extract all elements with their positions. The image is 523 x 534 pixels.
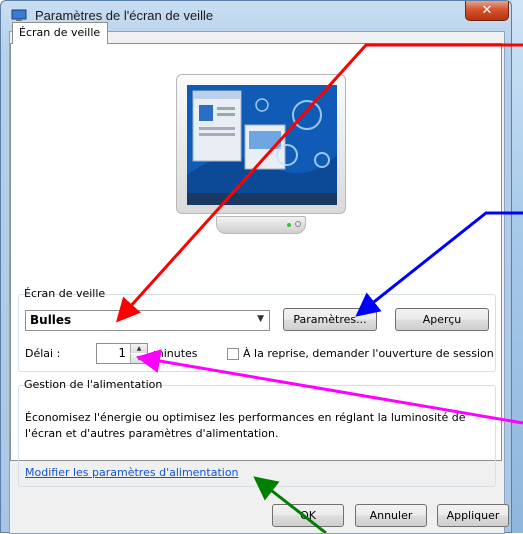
monitor-frame: [176, 74, 346, 214]
screensaver-select[interactable]: Bulles ▼: [25, 310, 270, 331]
minutes-label: minutes: [153, 347, 198, 360]
power-led-icon: [287, 223, 291, 227]
preview-button[interactable]: Aperçu: [395, 308, 489, 331]
cancel-button[interactable]: Annuler: [355, 504, 427, 527]
preview-screen: [187, 85, 337, 205]
delay-stepper[interactable]: 1 ▲ ▼: [96, 343, 148, 364]
screensaver-group-label: Écran de veille: [24, 287, 106, 300]
monitor-icon: [11, 9, 27, 21]
resume-label[interactable]: À la reprise, demander l'ouverture de se…: [243, 347, 494, 360]
delay-label: Délai :: [25, 347, 61, 360]
screensaver-preview-monitor: [176, 74, 346, 254]
power-settings-link[interactable]: Modifier les paramètres d'alimentation: [25, 466, 239, 479]
power-group-label: Gestion de l'alimentation: [24, 378, 163, 391]
up-arrow-icon[interactable]: ▲: [130, 344, 147, 353]
down-arrow-icon[interactable]: ▼: [130, 354, 147, 363]
screensaver-group: [18, 294, 496, 372]
chevron-down-icon[interactable]: ▼: [257, 314, 264, 324]
delay-value: 1: [118, 346, 126, 360]
settings-button[interactable]: Paramètres...: [283, 308, 377, 331]
desktop-preview-image: [187, 85, 337, 205]
power-button-icon: [295, 221, 301, 227]
tab-ecran-de-veille[interactable]: Écran de veille: [12, 22, 108, 44]
ok-button[interactable]: OK: [272, 504, 344, 527]
window-title: Paramètres de l'écran de veille: [35, 8, 214, 23]
screensaver-selected-value: Bulles: [30, 313, 72, 327]
apply-button[interactable]: Appliquer: [437, 504, 509, 527]
resume-checkbox[interactable]: [227, 348, 239, 360]
power-description: Économisez l'énergie ou optimisez les pe…: [25, 411, 466, 440]
monitor-stand: [216, 216, 306, 234]
close-button[interactable]: ✕: [465, 1, 509, 21]
